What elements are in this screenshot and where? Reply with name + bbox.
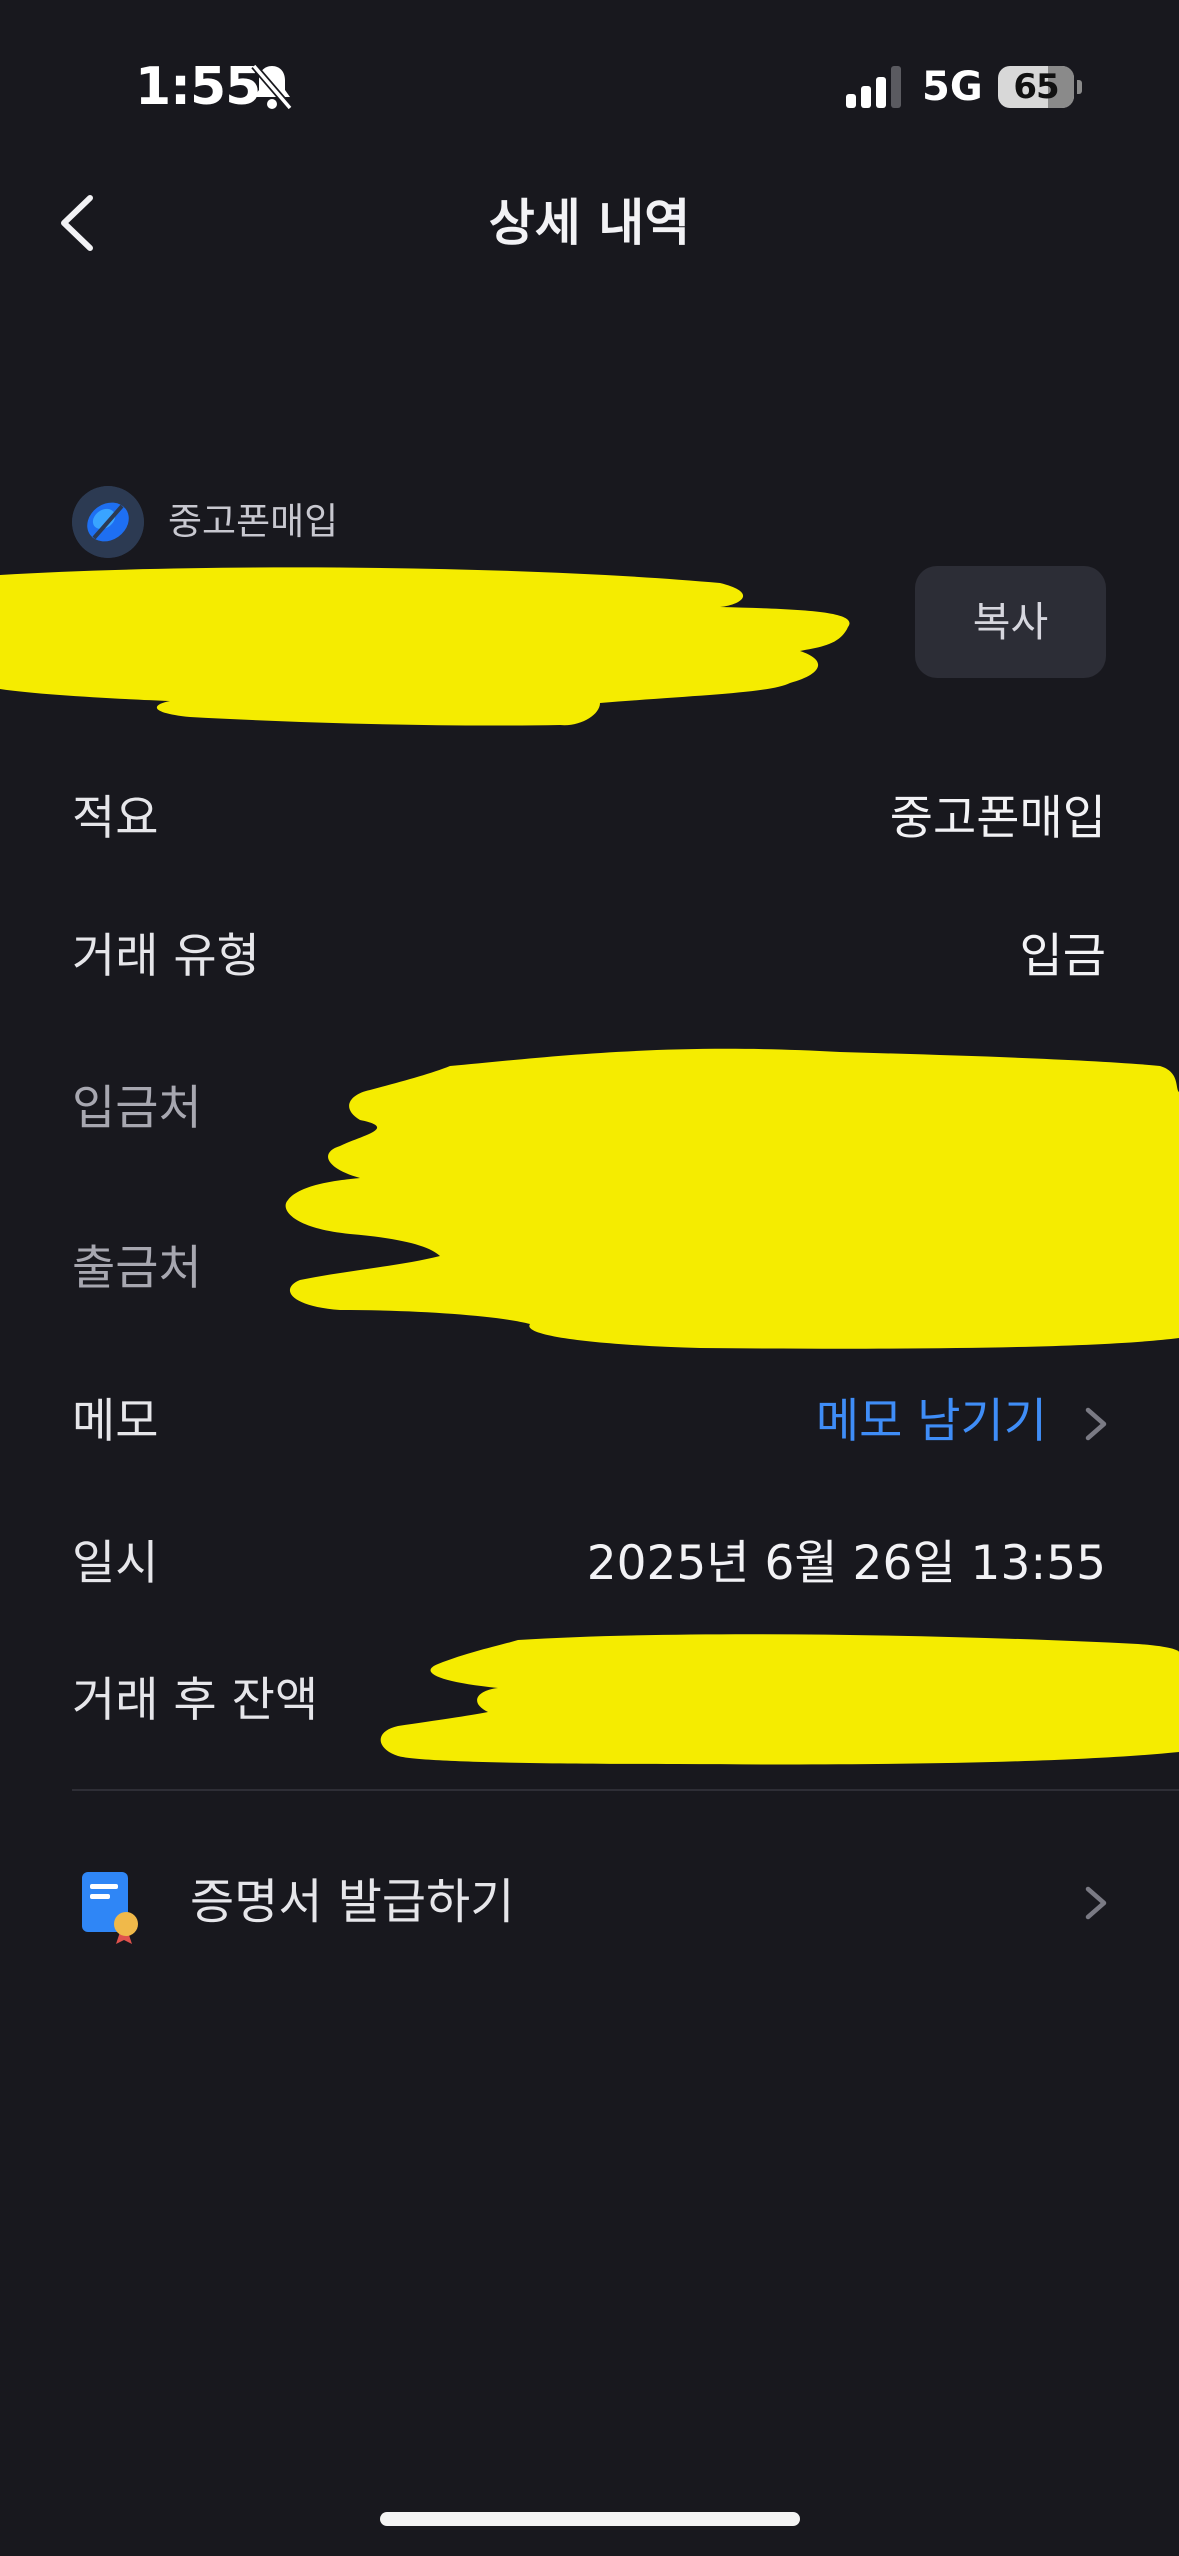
memo-label: 메모 — [72, 1394, 159, 1449]
merchant-name: 중고폰매입 — [168, 500, 339, 543]
signal-icon — [846, 66, 901, 108]
summary-value: 중고폰매입 — [889, 791, 1106, 846]
transaction-type-label: 거래 유형 — [72, 929, 260, 984]
redaction-balance — [380, 1634, 1179, 1765]
datetime-label: 일시 — [72, 1536, 159, 1591]
memo-chevron-right-icon[interactable] — [1082, 1404, 1110, 1444]
transaction-type-value: 입금 — [1019, 929, 1106, 984]
section-divider — [72, 1789, 1179, 1791]
battery-icon: 65 — [998, 66, 1074, 108]
balance-label: 거래 후 잔액 — [72, 1673, 319, 1728]
battery-tip — [1077, 80, 1082, 94]
status-time: 1:55 — [135, 57, 261, 117]
depositor-label: 입금처 — [72, 1081, 202, 1136]
withdrawal-label: 출금처 — [72, 1241, 202, 1296]
datetime-value: 2025년 6월 26일 13:55 — [586, 1536, 1106, 1591]
page-title: 상세 내역 — [488, 194, 691, 252]
copy-button[interactable]: 복사 — [915, 566, 1106, 678]
merchant-logo-icon — [72, 486, 144, 558]
home-indicator[interactable] — [380, 2512, 800, 2526]
network-type: 5G — [922, 64, 983, 110]
memo-add-link[interactable]: 메모 남기기 — [816, 1387, 1047, 1457]
document-certificate-icon — [82, 1872, 138, 1944]
redaction-amount — [0, 567, 850, 726]
issue-certificate-button[interactable]: 증명서 발급하기 — [190, 1866, 514, 1938]
back-chevron-icon[interactable] — [50, 188, 106, 258]
bell-muted-icon — [251, 63, 293, 111]
summary-label: 적요 — [72, 791, 159, 846]
certificate-chevron-right-icon[interactable] — [1082, 1883, 1110, 1923]
redaction-accounts — [285, 1048, 1179, 1349]
battery-level: 65 — [1013, 67, 1059, 107]
